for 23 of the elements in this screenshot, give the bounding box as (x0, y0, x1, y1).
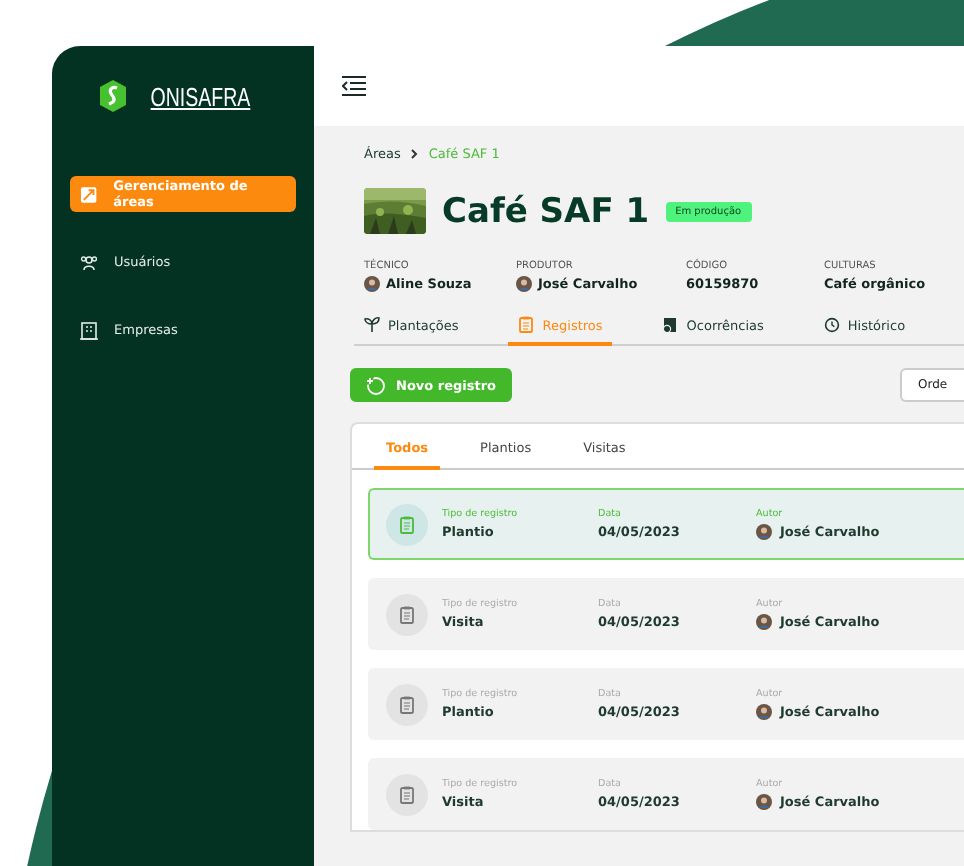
history-icon (823, 316, 840, 334)
document-icon (662, 316, 679, 334)
clipboard-icon (386, 593, 428, 635)
logo-icon (99, 80, 126, 112)
avatar-icon (756, 793, 772, 809)
building-icon (80, 321, 98, 339)
menu-icon (342, 76, 366, 96)
avatar-icon (364, 276, 380, 292)
area-title: Café SAF 1 (442, 191, 650, 231)
clipboard-icon (386, 773, 428, 815)
avatar-icon (756, 613, 772, 629)
plus-icon (366, 375, 386, 395)
sprout-icon (364, 316, 380, 334)
chevron-icon (410, 148, 419, 160)
users-icon (80, 253, 98, 271)
avatar-icon (516, 276, 532, 292)
expand-icon (80, 185, 98, 203)
avatar-icon (756, 703, 772, 719)
clipboard-icon (386, 683, 428, 725)
clipboard-icon (518, 316, 535, 334)
avatar-icon (756, 523, 772, 539)
logo-text: ONISAFRA (150, 81, 250, 111)
clipboard-icon (386, 503, 428, 545)
